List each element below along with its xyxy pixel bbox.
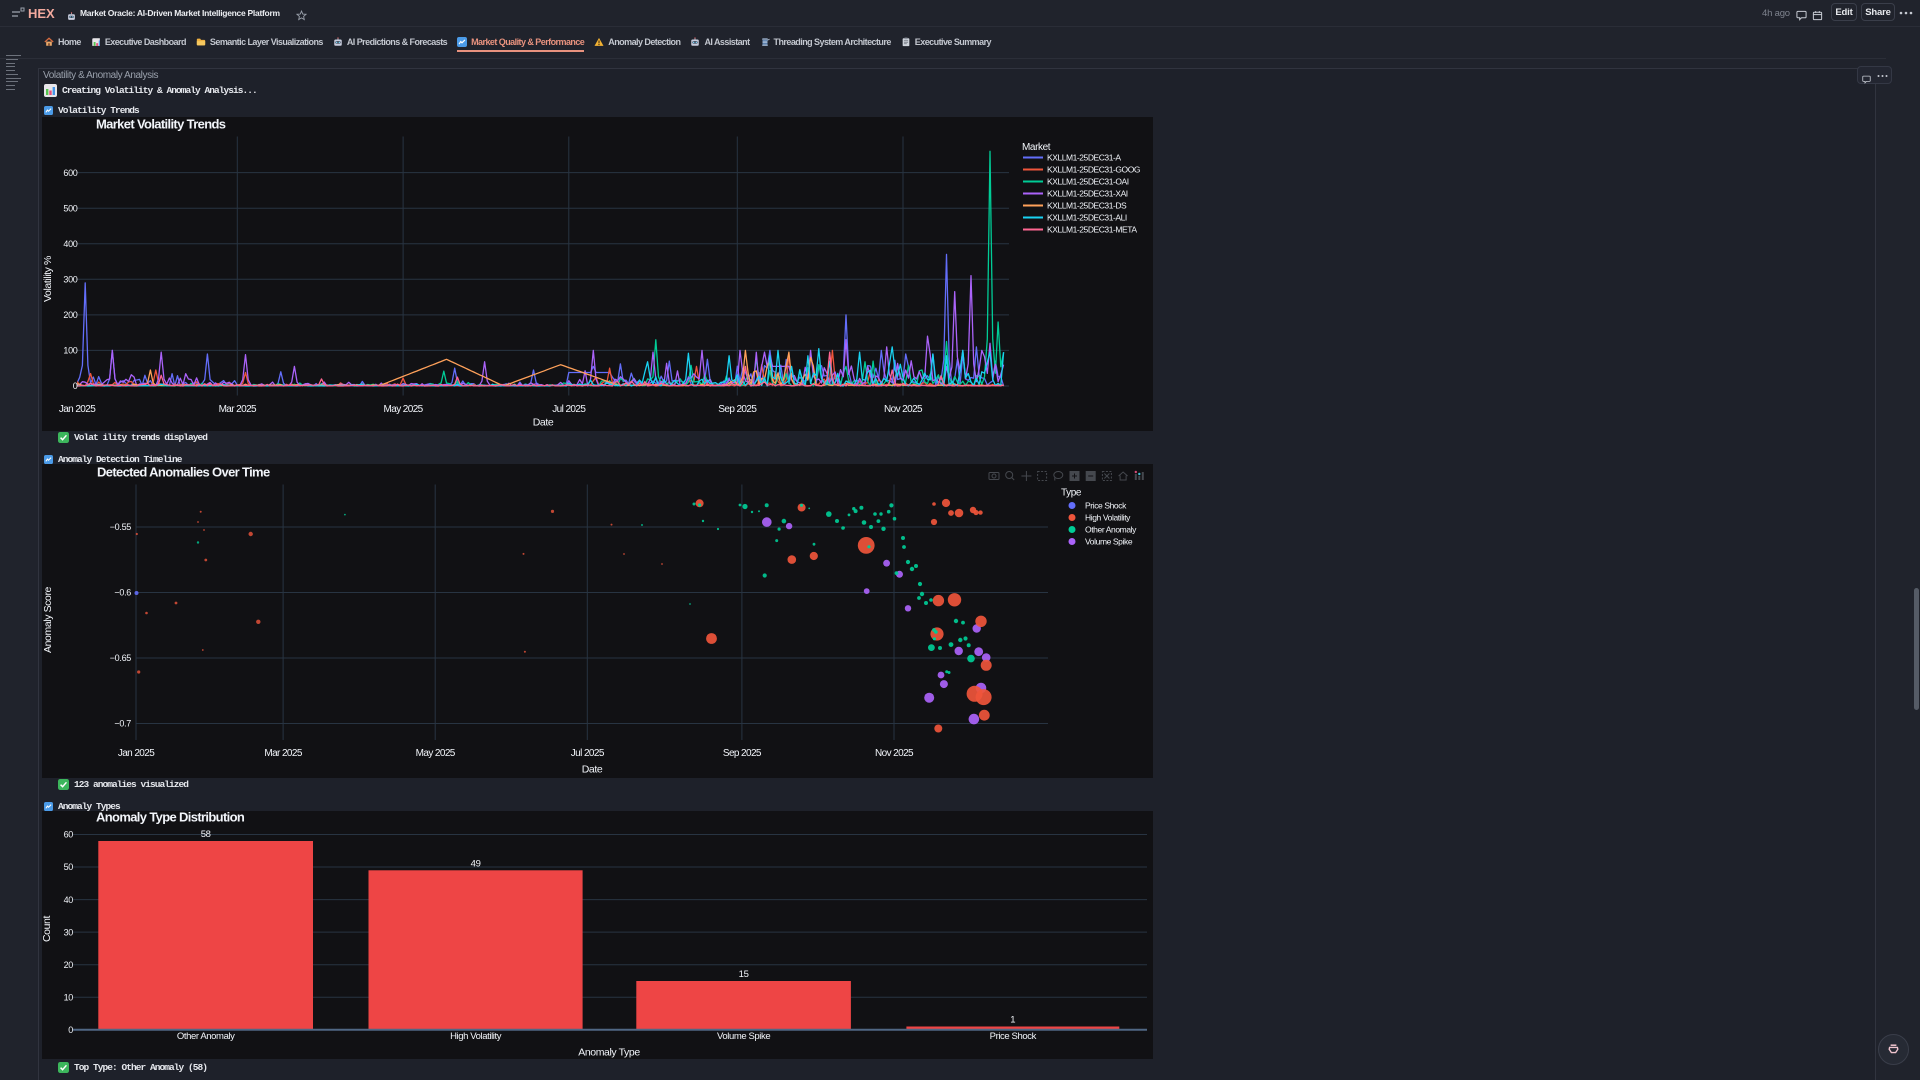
svg-text:Date: Date — [582, 764, 603, 776]
svg-text:KXLLM1-25DEC31-GOOG: KXLLM1-25DEC31-GOOG — [1047, 165, 1140, 175]
svg-text:Anomaly Type: Anomaly Type — [578, 1047, 640, 1059]
svg-text:Nov 2025: Nov 2025 — [884, 404, 923, 415]
svg-text:10: 10 — [64, 992, 74, 1002]
svg-text:Detected Anomalies Over Time: Detected Anomalies Over Time — [97, 465, 270, 480]
svg-text:Volume Spike: Volume Spike — [1085, 537, 1133, 547]
svg-text:Anomaly Score: Anomaly Score — [42, 586, 54, 653]
svg-text:High Volatility: High Volatility — [450, 1031, 502, 1042]
svg-text:KXLLM1-25DEC31-ALI: KXLLM1-25DEC31-ALI — [1047, 213, 1127, 223]
svg-text:20: 20 — [64, 960, 74, 970]
svg-text:58: 58 — [201, 829, 211, 840]
svg-text:KXLLM1-25DEC31-META: KXLLM1-25DEC31-META — [1047, 225, 1137, 235]
svg-text:Market: Market — [1022, 142, 1051, 153]
svg-text:Anomaly Type Distribution: Anomaly Type Distribution — [96, 811, 245, 825]
svg-text:Jul 2025: Jul 2025 — [552, 404, 586, 415]
svg-text:0: 0 — [73, 381, 78, 391]
svg-text:Other Anomaly: Other Anomaly — [177, 1031, 235, 1042]
svg-text:KXLLM1-25DEC31-DS: KXLLM1-25DEC31-DS — [1047, 201, 1127, 211]
svg-text:Count: Count — [42, 916, 53, 943]
svg-text:Mar 2025: Mar 2025 — [219, 404, 257, 415]
svg-text:300: 300 — [63, 275, 77, 285]
svg-text:100: 100 — [63, 346, 77, 356]
svg-text:Sep 2025: Sep 2025 — [723, 748, 762, 759]
svg-text:KXLLM1-25DEC31-OAI: KXLLM1-25DEC31-OAI — [1047, 177, 1129, 187]
svg-text:Volatility %: Volatility % — [42, 256, 54, 302]
svg-text:−0.7: −0.7 — [114, 719, 131, 729]
svg-text:Other Anomaly: Other Anomaly — [1085, 525, 1137, 535]
svg-text:−0.65: −0.65 — [110, 653, 132, 663]
svg-text:Jul 2025: Jul 2025 — [571, 748, 605, 759]
svg-text:1: 1 — [1010, 1015, 1015, 1026]
svg-text:KXLLM1-25DEC31-A: KXLLM1-25DEC31-A — [1047, 153, 1121, 163]
svg-text:40: 40 — [64, 895, 74, 905]
svg-text:Sep 2025: Sep 2025 — [718, 404, 757, 415]
svg-text:200: 200 — [63, 310, 77, 320]
svg-text:Jan 2025: Jan 2025 — [59, 404, 96, 415]
svg-text:Date: Date — [533, 417, 554, 429]
svg-text:0: 0 — [68, 1025, 73, 1035]
svg-text:Price Shock: Price Shock — [1085, 501, 1127, 511]
svg-text:400: 400 — [63, 239, 77, 249]
svg-text:High Volatility: High Volatility — [1085, 513, 1131, 523]
svg-text:500: 500 — [63, 203, 77, 213]
svg-text:Jan 2025: Jan 2025 — [118, 748, 155, 759]
svg-text:Market Volatility Trends: Market Volatility Trends — [96, 117, 226, 132]
svg-text:60: 60 — [64, 830, 74, 840]
svg-text:−0.6: −0.6 — [114, 588, 131, 598]
svg-text:KXLLM1-25DEC31-XAI: KXLLM1-25DEC31-XAI — [1047, 189, 1128, 199]
svg-text:May 2025: May 2025 — [384, 404, 424, 415]
svg-text:Nov 2025: Nov 2025 — [875, 748, 914, 759]
svg-text:−0.55: −0.55 — [110, 522, 132, 532]
svg-text:Volume Spike: Volume Spike — [717, 1031, 770, 1042]
svg-text:May 2025: May 2025 — [416, 748, 456, 759]
svg-text:600: 600 — [63, 168, 77, 178]
svg-text:49: 49 — [471, 858, 481, 869]
svg-text:Type: Type — [1061, 488, 1082, 499]
svg-text:Price Shock: Price Shock — [990, 1031, 1037, 1042]
svg-text:50: 50 — [64, 862, 74, 872]
svg-text:Mar 2025: Mar 2025 — [264, 748, 302, 759]
svg-text:15: 15 — [739, 969, 749, 980]
svg-text:30: 30 — [64, 927, 74, 937]
